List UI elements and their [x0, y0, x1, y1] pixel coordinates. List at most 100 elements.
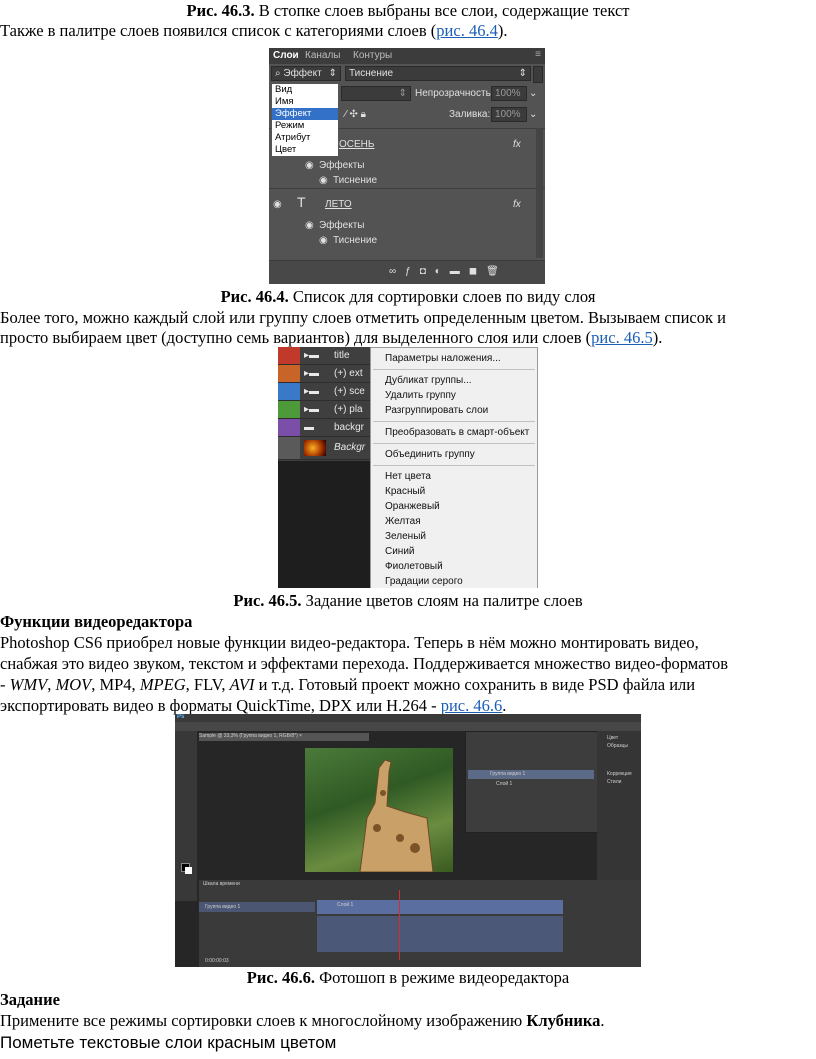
filter-label: Эффект: [283, 68, 322, 79]
caption-label: Рис. 46.4.: [220, 287, 289, 306]
fill-field[interactable]: 100%: [491, 107, 527, 122]
menu-item-duplicate-group[interactable]: Дубликат группы...: [385, 375, 472, 386]
blend-mode-select[interactable]: ⇕: [341, 86, 411, 101]
menu-item-name[interactable]: Имя: [272, 96, 338, 108]
menu-item-mode[interactable]: Режим: [272, 120, 338, 132]
chevron-down-icon[interactable]: ⌄: [529, 109, 537, 120]
link-fig-46-4[interactable]: рис. 46.4: [436, 21, 498, 40]
layer-row[interactable]: Слой 1: [468, 780, 594, 789]
menu-item-attribute[interactable]: Атрибут: [272, 132, 338, 144]
menu-item-effect[interactable]: Эффект: [272, 108, 338, 120]
eye-icon[interactable]: [278, 401, 300, 418]
chevron-down-icon[interactable]: ⌄: [529, 88, 537, 99]
eye-icon[interactable]: ◉: [273, 199, 282, 210]
menu-item-ungroup-layers[interactable]: Разгруппировать слои: [385, 405, 488, 416]
filter-value: Тиснение: [349, 68, 394, 79]
folder-icon: ▸▬: [304, 368, 320, 379]
background-color-swatch[interactable]: [185, 867, 192, 874]
task-text: Примените все режимы сортировки слоев к …: [0, 1010, 816, 1032]
eye-icon[interactable]: ◉: [305, 160, 314, 171]
fx-icon[interactable]: fx: [513, 139, 521, 150]
menu-item-convert-smart-object[interactable]: Преобразовать в смарт-объект: [385, 427, 529, 438]
panel-color[interactable]: Цвет: [607, 735, 618, 741]
layers-empty-area: [278, 461, 370, 588]
panel-adjustments[interactable]: Коррекция: [607, 771, 632, 777]
filter-toggle[interactable]: [533, 66, 543, 83]
caption-text: В стопке слоев выбраны все слои, содержа…: [254, 1, 630, 20]
layer-row[interactable]: ▸▬ title: [278, 347, 370, 365]
menu-item-color[interactable]: Цвет: [272, 144, 338, 156]
playhead[interactable]: [399, 890, 400, 960]
timeline-tab[interactable]: Шкала времени: [203, 881, 240, 887]
para-tail: ).: [497, 21, 508, 40]
lock-icons[interactable]: ⁄ ✣ 🔒︎: [345, 109, 366, 120]
eye-icon[interactable]: [278, 347, 300, 364]
ps-logo-icon: Ps: [177, 714, 185, 720]
scrollbar[interactable]: [536, 128, 543, 258]
tab-channels[interactable]: Каналы: [305, 50, 341, 61]
layers-panel: Группа видео 1 Слой 1: [465, 731, 599, 833]
menu-item-blending-options[interactable]: Параметры наложения...: [385, 353, 501, 364]
task-line-2: Пометьте текстовые слои красным цветом: [0, 1033, 337, 1052]
layer-row[interactable]: ▸▬ (+) sce: [278, 383, 370, 401]
caption-text: Список для сортировки слоев по виду слоя: [288, 287, 596, 306]
text: и т.д. Готовый проект можно сохранить в …: [254, 675, 696, 694]
footer-icons[interactable]: ∞ƒ◘◐▬◼🗑︎: [389, 266, 508, 277]
menu-separator: [373, 421, 535, 422]
layer-row[interactable]: Backgr: [278, 437, 370, 460]
layer-group-row[interactable]: Группа видео 1: [468, 770, 594, 779]
eye-icon[interactable]: [278, 437, 300, 459]
timeline-panel: Шкала времени Группа видео 1 Слой 1 0:00…: [199, 880, 641, 967]
menu-item-orange[interactable]: Оранжевый: [385, 501, 440, 512]
document-tab[interactable]: Sample @ 33,3% (Группа видео 1, RGB/8*) …: [199, 733, 369, 741]
opacity-field[interactable]: 100%: [491, 86, 527, 101]
menu-item-blue[interactable]: Синий: [385, 546, 415, 557]
menu-item-delete-group[interactable]: Удалить группу: [385, 390, 456, 401]
text: -: [0, 675, 10, 694]
tab-layers[interactable]: Слои: [273, 50, 299, 61]
panel-menu-icon[interactable]: ≡: [535, 49, 541, 60]
tab-paths[interactable]: Контуры: [353, 50, 392, 61]
menu-item-green[interactable]: Зеленый: [385, 531, 426, 542]
panel-swatches[interactable]: Образцы: [607, 743, 628, 749]
para-text: экспортировать видео в форматы QuickTime…: [0, 696, 441, 715]
menu-item-merge-group[interactable]: Объединить группу: [385, 449, 475, 460]
fx-icon[interactable]: fx: [513, 199, 521, 210]
menu-separator: [373, 465, 535, 466]
menu-separator: [373, 443, 535, 444]
filter-type-select[interactable]: ⌕ Эффект ⇕: [271, 66, 341, 81]
caption-label: Рис. 46.6.: [246, 968, 315, 987]
emboss-label: Тиснение: [333, 175, 378, 186]
layer-row[interactable]: ▸▬ (+) pla: [278, 401, 370, 419]
eye-icon[interactable]: ◉: [305, 220, 314, 231]
track-header[interactable]: Группа видео 1: [199, 902, 315, 912]
caption-46-6: Рис. 46.6. Фотошоп в режиме видеоредакто…: [0, 967, 816, 989]
panel-footer: ∞ƒ◘◐▬◼🗑︎: [269, 260, 545, 284]
video-clip[interactable]: Слой 1: [317, 900, 563, 914]
link-fig-46-5[interactable]: рис. 46.5: [591, 328, 653, 347]
eye-icon[interactable]: ◉: [319, 175, 328, 186]
layer-row[interactable]: ▬ backgr: [278, 419, 370, 437]
eye-icon[interactable]: [278, 419, 300, 436]
menu-item-gray[interactable]: Градации серого: [385, 576, 463, 587]
track-area: [317, 916, 563, 952]
menu-item-violet[interactable]: Фиолетовый: [385, 561, 443, 572]
menu-bar: Ps: [175, 714, 641, 722]
para-text: просто выбираем цвет (доступно семь вари…: [0, 328, 592, 347]
panel-styles[interactable]: Стили: [607, 779, 621, 785]
filter-value-select[interactable]: Тиснение ⇕: [345, 66, 531, 81]
menu-item-no-color[interactable]: Нет цвета: [385, 471, 431, 482]
menu-item-kind[interactable]: Вид: [272, 84, 338, 96]
task-bold: Клубника: [526, 1011, 601, 1030]
eye-icon[interactable]: [278, 383, 300, 400]
menu-item-red[interactable]: Красный: [385, 486, 425, 497]
task-title-text: Задание: [0, 990, 60, 1009]
layer-row[interactable]: ▸▬ (+) ext: [278, 365, 370, 383]
eye-icon[interactable]: [278, 365, 300, 382]
layer-row-summer[interactable]: ◉ T ЛЕТО fx ◉ Эффекты ◉ Тиснение: [269, 188, 545, 247]
layer-name: (+) ext: [334, 368, 363, 379]
toolbar[interactable]: [175, 731, 197, 901]
menu-item-yellow[interactable]: Желтая: [385, 516, 421, 527]
link-fig-46-6[interactable]: рис. 46.6: [441, 696, 503, 715]
eye-icon[interactable]: ◉: [319, 235, 328, 246]
